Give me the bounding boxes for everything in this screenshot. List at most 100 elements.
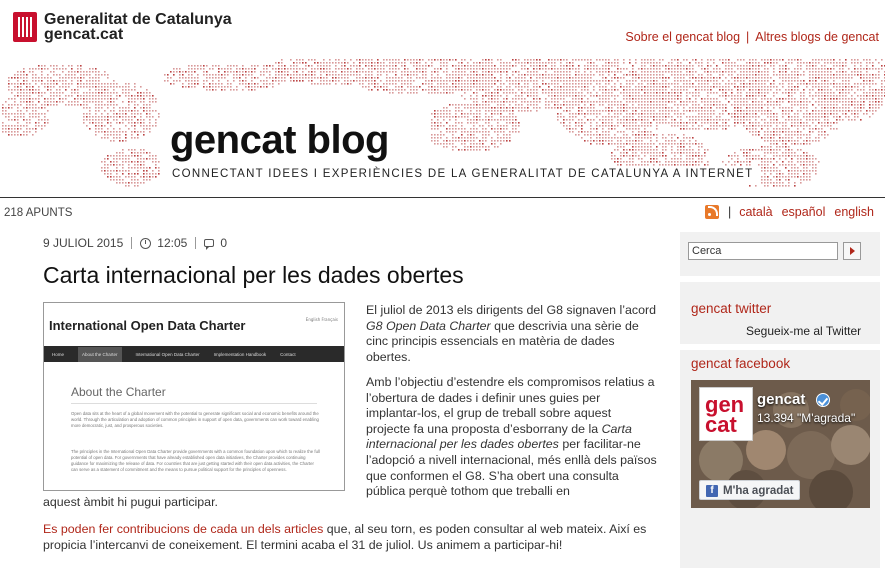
map-dot [566, 86, 568, 88]
map-dot [860, 98, 862, 100]
map-dot [797, 119, 799, 121]
map-dot [620, 113, 622, 115]
map-dot [713, 113, 715, 115]
map-dot [650, 161, 652, 163]
map-dot [86, 95, 88, 97]
map-dot [755, 155, 757, 157]
map-dot [455, 65, 457, 67]
map-dot [659, 95, 661, 97]
map-dot [578, 95, 580, 97]
map-dot [125, 176, 127, 178]
map-dot [698, 113, 700, 115]
map-dot [497, 107, 499, 109]
map-dot [632, 116, 634, 118]
map-dot [701, 110, 703, 112]
map-dot [29, 131, 31, 133]
map-dot [311, 77, 313, 79]
map-dot [383, 68, 385, 70]
map-dot [815, 158, 817, 160]
map-dot [836, 62, 838, 64]
map-dot [440, 125, 442, 127]
rss-icon[interactable] [704, 205, 719, 219]
map-dot [587, 140, 589, 142]
map-dot [656, 137, 658, 139]
generalitat-logo[interactable]: Generalitat de Catalunya gencat.cat [13, 12, 232, 43]
about-blog-link[interactable]: Sobre el gencat blog [625, 30, 740, 44]
map-dot [92, 101, 94, 103]
map-dot [644, 143, 646, 145]
map-dot [227, 71, 229, 73]
map-dot [788, 140, 790, 142]
map-dot [590, 83, 592, 85]
map-dot [386, 65, 388, 67]
map-dot [8, 107, 10, 109]
map-dot [650, 125, 652, 127]
map-dot [764, 176, 766, 178]
map-dot [698, 83, 700, 85]
map-dot [188, 71, 190, 73]
map-dot [689, 77, 691, 79]
map-dot [704, 83, 706, 85]
map-dot [842, 86, 844, 88]
map-dot [644, 89, 646, 91]
map-dot [263, 83, 265, 85]
map-dot [107, 137, 109, 139]
map-dot [461, 137, 463, 139]
map-dot [734, 71, 736, 73]
map-dot [680, 155, 682, 157]
map-dot [407, 59, 409, 61]
map-dot [320, 68, 322, 70]
map-dot [113, 116, 115, 118]
map-dot [803, 179, 805, 181]
map-dot [797, 74, 799, 76]
map-dot [668, 77, 670, 79]
map-dot [737, 122, 739, 124]
map-dot [83, 83, 85, 85]
map-dot [446, 128, 448, 130]
map-dot [482, 137, 484, 139]
map-dot [128, 116, 130, 118]
map-dot [677, 158, 679, 160]
map-dot [734, 86, 736, 88]
map-dot [641, 68, 643, 70]
lang-english[interactable]: english [834, 205, 874, 219]
map-dot [725, 104, 727, 106]
map-dot [524, 92, 526, 94]
map-dot [314, 74, 316, 76]
map-dot [413, 62, 415, 64]
map-dot [332, 62, 334, 64]
map-dot [584, 59, 586, 61]
map-dot [308, 77, 310, 79]
map-dot [779, 59, 781, 61]
map-dot [746, 119, 748, 121]
map-dot [569, 86, 571, 88]
other-blogs-link[interactable]: Altres blogs de gencat [755, 30, 879, 44]
map-dot [827, 110, 829, 112]
lang-espanol[interactable]: español [782, 205, 826, 219]
map-dot [830, 104, 832, 106]
map-dot [509, 89, 511, 91]
map-dot [692, 143, 694, 145]
map-dot [374, 68, 376, 70]
map-dot [821, 65, 823, 67]
map-dot [839, 101, 841, 103]
map-dot [626, 161, 628, 163]
map-dot [146, 170, 148, 172]
map-dot [881, 104, 883, 106]
map-dot [569, 74, 571, 76]
map-dot [698, 143, 700, 145]
map-dot [68, 83, 70, 85]
map-dot [662, 137, 664, 139]
map-dot [110, 179, 112, 181]
map-dot [467, 137, 469, 139]
map-dot [323, 65, 325, 67]
blog-title[interactable]: gencat blog [170, 118, 389, 163]
map-dot [797, 137, 799, 139]
map-dot [485, 140, 487, 142]
map-dot [26, 77, 28, 79]
map-dot [101, 95, 103, 97]
lang-catala[interactable]: català [739, 205, 772, 219]
map-dot [116, 167, 118, 169]
map-dot [86, 125, 88, 127]
map-dot [443, 65, 445, 67]
